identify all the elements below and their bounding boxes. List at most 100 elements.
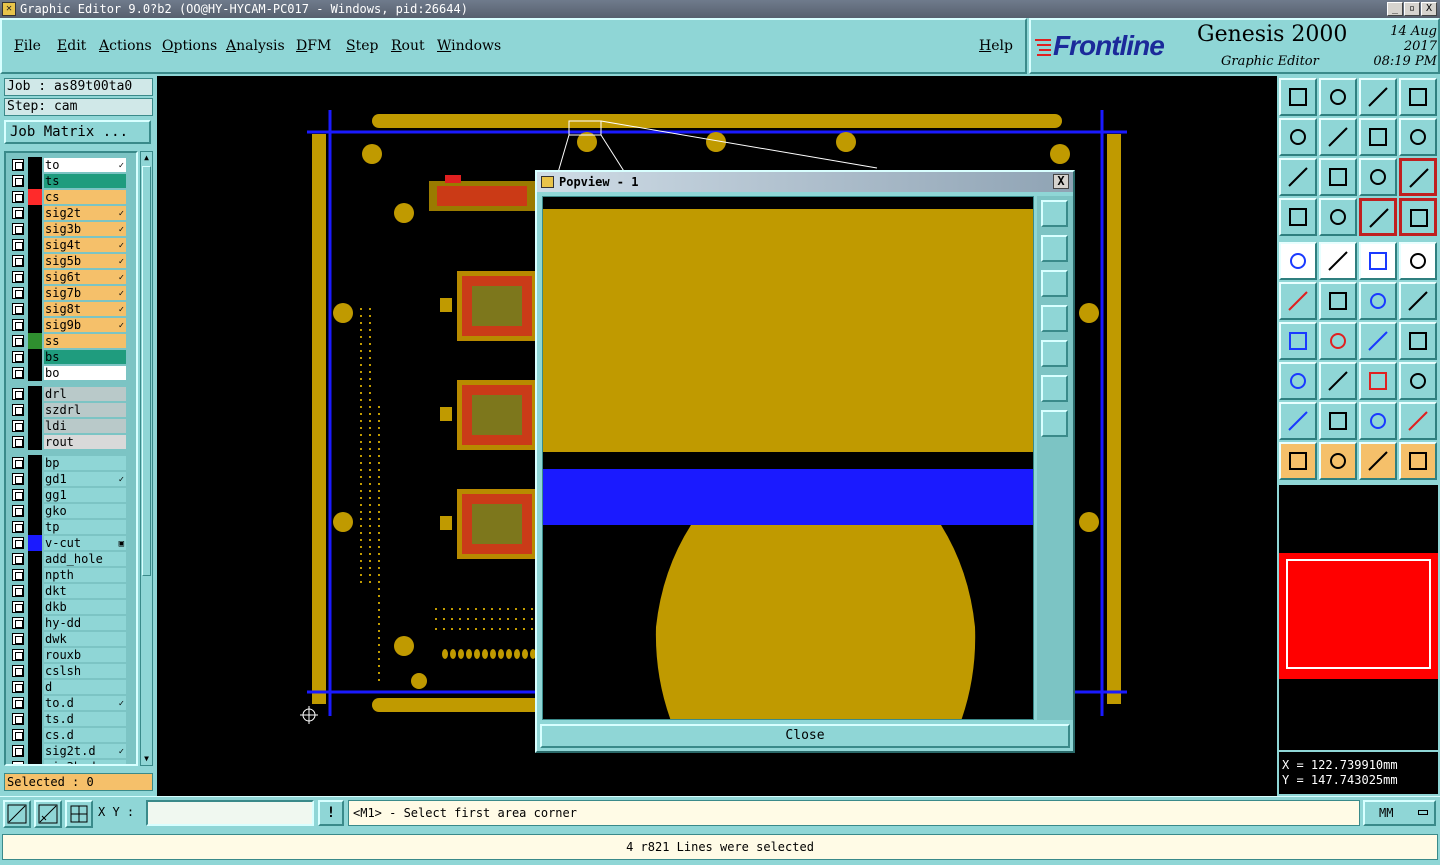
layer-name[interactable]: sig8t ✓ [44, 302, 126, 316]
layer-row[interactable]: bp [8, 455, 136, 471]
layer-name[interactable]: sig3b ✓ [44, 222, 126, 236]
layer-row[interactable]: sig2t ✓ [8, 205, 136, 221]
menu-help[interactable]: Help [979, 38, 1013, 54]
pan-up-icon[interactable] [1041, 235, 1068, 262]
center-icon[interactable] [1319, 158, 1357, 196]
layer-row[interactable]: dwk [8, 631, 136, 647]
layer-row[interactable]: add_hole [8, 551, 136, 567]
layer-checkbox[interactable] [12, 681, 24, 693]
layer-checkbox[interactable] [12, 388, 24, 400]
grid-snap-icon[interactable] [65, 800, 93, 828]
layer-name[interactable]: hy-dd [44, 616, 126, 630]
menu-rout[interactable]: Rout [391, 38, 425, 54]
menu-windows[interactable]: Windows [437, 38, 501, 54]
layer-name[interactable]: ss [44, 334, 126, 348]
layer-color-swatch[interactable] [28, 221, 42, 237]
layer-name[interactable]: dkb [44, 600, 126, 614]
layer-row[interactable]: ldi [8, 418, 136, 434]
snap-icon[interactable] [1319, 198, 1357, 236]
layer-row[interactable]: rouxb [8, 647, 136, 663]
layer-name[interactable]: bs [44, 350, 126, 364]
layer-checkbox[interactable] [12, 601, 24, 613]
menu-step[interactable]: Step [346, 38, 378, 54]
layer-name[interactable]: ts [44, 174, 126, 188]
layer-row[interactable]: rout [8, 434, 136, 450]
popview-close-button[interactable]: Close [540, 724, 1070, 748]
layer-color-swatch[interactable] [28, 269, 42, 285]
bracket-icon[interactable] [1359, 362, 1397, 400]
layer-color-swatch[interactable] [28, 386, 42, 402]
layer-name[interactable]: rouxb [44, 648, 126, 662]
layer-name[interactable]: ldi [44, 419, 126, 433]
net-blue-icon[interactable] [1399, 198, 1437, 236]
menu-edit[interactable]: Edit [57, 38, 86, 54]
layer-row[interactable]: v-cut ▣ [8, 535, 136, 551]
layer-row[interactable]: dkt [8, 583, 136, 599]
layer-row[interactable]: ts [8, 173, 136, 189]
layer-color-swatch[interactable] [28, 418, 42, 434]
layer-color-swatch[interactable] [28, 503, 42, 519]
layer-color-swatch[interactable] [28, 402, 42, 418]
pan-down-icon[interactable] [1041, 270, 1068, 297]
layer-color-swatch[interactable] [28, 535, 42, 551]
layer-checkbox[interactable] [12, 697, 24, 709]
layer-row[interactable]: to.d ✓ [8, 695, 136, 711]
fit-icon[interactable] [1279, 158, 1317, 196]
popview-canvas[interactable] [542, 196, 1034, 720]
layer-row[interactable]: sig5b ✓ [8, 253, 136, 269]
layer-row[interactable]: szdrl [8, 402, 136, 418]
circle-dot-icon[interactable] [1399, 242, 1437, 280]
layer-checkbox[interactable] [12, 761, 24, 764]
pointer-box-icon[interactable] [1359, 442, 1397, 480]
layer-color-swatch[interactable] [28, 727, 42, 743]
layer-checkbox[interactable] [12, 420, 24, 432]
layer-name[interactable]: bp [44, 456, 126, 470]
menu-actions[interactable]: Actions [99, 38, 152, 54]
layer-checkbox[interactable] [12, 585, 24, 597]
layer-row[interactable]: ts.d [8, 711, 136, 727]
redraw-icon[interactable] [1399, 118, 1437, 156]
layer-row[interactable]: dkb [8, 599, 136, 615]
layer-checkbox[interactable] [12, 436, 24, 448]
undo-zoom-icon[interactable] [1359, 118, 1397, 156]
layer-checkbox[interactable] [12, 175, 24, 187]
layer-color-swatch[interactable] [28, 663, 42, 679]
layer-checkbox[interactable] [12, 239, 24, 251]
layer-name[interactable]: to.d ✓ [44, 696, 126, 710]
layer-color-swatch[interactable] [28, 365, 42, 381]
layer-color-swatch[interactable] [28, 173, 42, 189]
layer-row[interactable]: npth [8, 567, 136, 583]
layer-name[interactable]: tp [44, 520, 126, 534]
pointer-icon[interactable] [1279, 442, 1317, 480]
layer-checkbox[interactable] [12, 521, 24, 533]
alert-button[interactable]: ! [318, 800, 344, 826]
layer-checkbox[interactable] [12, 553, 24, 565]
overview-map[interactable] [1279, 485, 1438, 750]
layer-checkbox[interactable] [12, 569, 24, 581]
move-right-icon[interactable] [1319, 118, 1357, 156]
layer-checkbox[interactable] [12, 745, 24, 757]
layer-row[interactable]: sig4t ✓ [8, 237, 136, 253]
net-red-icon[interactable] [1359, 198, 1397, 236]
layer-checkbox[interactable] [12, 404, 24, 416]
zoom-in-icon[interactable] [1041, 375, 1068, 402]
zoom-window-icon[interactable] [1041, 200, 1068, 227]
layer-row[interactable]: sig8t ✓ [8, 301, 136, 317]
layer-row[interactable]: cs.d [8, 727, 136, 743]
zoom-out-icon[interactable] [1041, 410, 1068, 437]
layer-name[interactable]: bo [44, 366, 126, 380]
move-left-icon[interactable] [1279, 118, 1317, 156]
layer-color-swatch[interactable] [28, 551, 42, 567]
layer-color-swatch[interactable] [28, 237, 42, 253]
minimize-button[interactable]: _ [1387, 2, 1403, 16]
layer-color-swatch[interactable] [28, 349, 42, 365]
scroll-down-icon[interactable]: ▼ [141, 753, 152, 765]
layer-row[interactable]: sig2t.d ✓ [8, 743, 136, 759]
layer-name[interactable]: gko [44, 504, 126, 518]
layer-row[interactable]: gd1 ✓ [8, 471, 136, 487]
layer-checkbox[interactable] [12, 713, 24, 725]
layer-row[interactable]: drl [8, 386, 136, 402]
layer-color-swatch[interactable] [28, 679, 42, 695]
connect-icon[interactable] [1279, 282, 1317, 320]
layer-name[interactable]: sig6t ✓ [44, 270, 126, 284]
